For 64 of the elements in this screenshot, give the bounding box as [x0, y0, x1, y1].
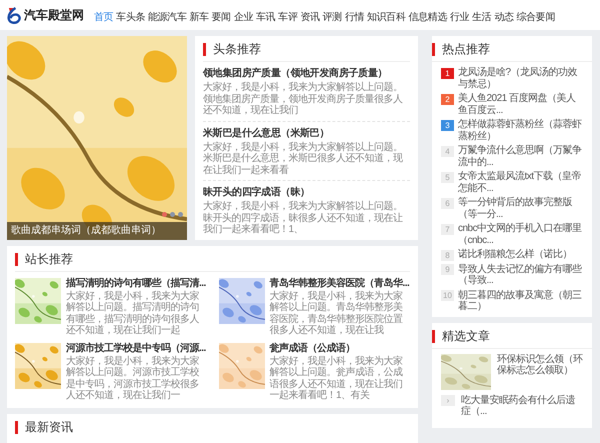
- article-summary: 大家好，我是小科，我来为大家解答以上问题。领地集团房产质量，领地开发商房子质量很多人还不知道，现在让我们: [203, 82, 404, 116]
- article-title[interactable]: 瓮声成语（公成语）: [270, 342, 410, 354]
- rank-badge: 1: [441, 68, 454, 78]
- article-title[interactable]: 昧开头的四字成语（昧）: [203, 186, 410, 199]
- rank-badge: 10: [441, 290, 454, 301]
- article-title[interactable]: 领地集团房产质量（领地开发商房子质量）: [203, 67, 410, 80]
- featured-article-link[interactable]: 吃大量安眠药会有什么后遗症（...: [461, 394, 584, 418]
- slide-dot[interactable]: [178, 212, 183, 216]
- slide-dot[interactable]: [170, 212, 175, 216]
- hot-article-link[interactable]: 女帝太监最风流txt下载（皇帝怎能不...: [458, 171, 584, 194]
- nav-link[interactable]: 企业: [234, 10, 254, 24]
- section-title: 头条推荐: [203, 43, 261, 56]
- rank-badge: 4: [441, 146, 454, 156]
- article-summary: 大家好，我是小科，我来为大家解答以上问题。瓮声成语，公成语很多人还不知道，现在让我们一起来看看吧！1、有关: [270, 356, 404, 402]
- nav-link[interactable]: 车讯: [256, 10, 276, 24]
- nav-link[interactable]: 动态: [494, 10, 514, 24]
- rank-badge: 6: [441, 198, 454, 208]
- hot-article-link[interactable]: 万鬣争流什么意思啊（万鬣争流中的...: [458, 145, 584, 168]
- nav-link[interactable]: 新车: [189, 10, 209, 24]
- article-summary: 大家好，我是小科，我来为大家解答以上问题。描写清明的诗句有哪些，描写清明的诗句很多人还不知道，现在让我们一起: [66, 290, 200, 336]
- article-title[interactable]: 米斯巴是什么意思（米斯巴）: [203, 126, 410, 140]
- nav-link[interactable]: 要闻: [212, 10, 231, 24]
- nav-link[interactable]: 能源汽车: [148, 10, 186, 24]
- hot-article-link[interactable]: 龙凤汤是啥?（龙凤汤的功效与禁忌）: [458, 67, 584, 90]
- hot-article-link[interactable]: cnbc中文网的手机入口在哪里（cnbc...: [458, 223, 584, 246]
- nav-link[interactable]: 首页: [94, 10, 114, 24]
- site-logo-text: 汽车殿堂网: [24, 6, 84, 24]
- article-summary: 大家好，我是小科，我来为大家解答以上问题。青岛华韩整形美容医院，青岛华韩整形医院位置很多人还不知道，现在让我: [270, 290, 404, 336]
- article-title[interactable]: 青岛华韩整形美容医院（青岛华...: [270, 278, 410, 290]
- article-title[interactable]: 描写清明的诗句有哪些（描写清...: [66, 278, 206, 290]
- nav-link[interactable]: 生活: [472, 10, 492, 24]
- article-summary: 大家好，我是小科，我来为大家解答以上问题。昧开头的四字成语，昧很多人还不知道，现在让我们一起来看看吧！1、: [203, 201, 404, 236]
- rank-badge: 5: [441, 172, 454, 182]
- nav-link[interactable]: 信息精选: [408, 10, 447, 24]
- nav-link[interactable]: 车头条: [116, 10, 146, 24]
- logo-icon: [7, 6, 22, 24]
- nav-link[interactable]: 行情: [344, 10, 364, 24]
- rank-badge: 7: [441, 224, 454, 234]
- section-title: 热点推荐: [432, 43, 490, 56]
- rank-badge: 8: [441, 250, 454, 260]
- slide-dot[interactable]: [162, 212, 167, 216]
- nav-link[interactable]: 车评: [278, 10, 298, 24]
- hot-article-link[interactable]: 美人鱼2021 百度网盘（美人鱼百度云...: [458, 93, 584, 116]
- section-title: 最新资讯: [15, 420, 73, 434]
- hot-article-link[interactable]: 诺比利猫粮怎么样（诺比）: [458, 249, 572, 260]
- arrow-badge: ›: [441, 394, 455, 406]
- nav-link[interactable]: 知识百科: [367, 10, 406, 24]
- article-summary: 大家好，我是小科，我来为大家解答以上问题。米斯巴是什么意思，米斯巴很多人还不知道，现在让我们一起来看看: [203, 142, 404, 176]
- rank-badge: 2: [441, 94, 454, 104]
- nav-link[interactable]: 资讯: [300, 10, 320, 24]
- article-title[interactable]: 河源市技工学校是中专吗（河源...: [66, 342, 206, 354]
- rank-badge: 9: [441, 264, 454, 275]
- nav-link[interactable]: 评测: [322, 10, 342, 24]
- rank-badge: 3: [441, 120, 454, 130]
- article-summary: 大家好，我是小科，我来为大家解答以上问题。河源市技工学校是中专吗，河源市技工学校很多人还不知道，现在让我们一: [66, 356, 200, 402]
- section-title: 站长推荐: [15, 252, 73, 266]
- hot-article-link[interactable]: 朝三暮四的故事及寓意（朝三暮二）: [458, 290, 584, 312]
- hot-article-link[interactable]: 怎样做蒜蓉虾蒸粉丝（蒜蓉虾蒸粉丝）: [458, 119, 584, 142]
- nav-link[interactable]: 行业: [450, 10, 470, 24]
- section-title: 精选文章: [432, 330, 490, 342]
- nav-link[interactable]: 综合要闻: [516, 10, 555, 24]
- hot-article-link[interactable]: 导致人失去记忆的偏方有哪些（导致...: [458, 264, 584, 286]
- hot-article-link[interactable]: 等一分钟背后的故事完整版（等一分...: [458, 197, 584, 220]
- featured-article-link[interactable]: 环保标识怎么领（环保标志怎么领取）: [497, 354, 584, 376]
